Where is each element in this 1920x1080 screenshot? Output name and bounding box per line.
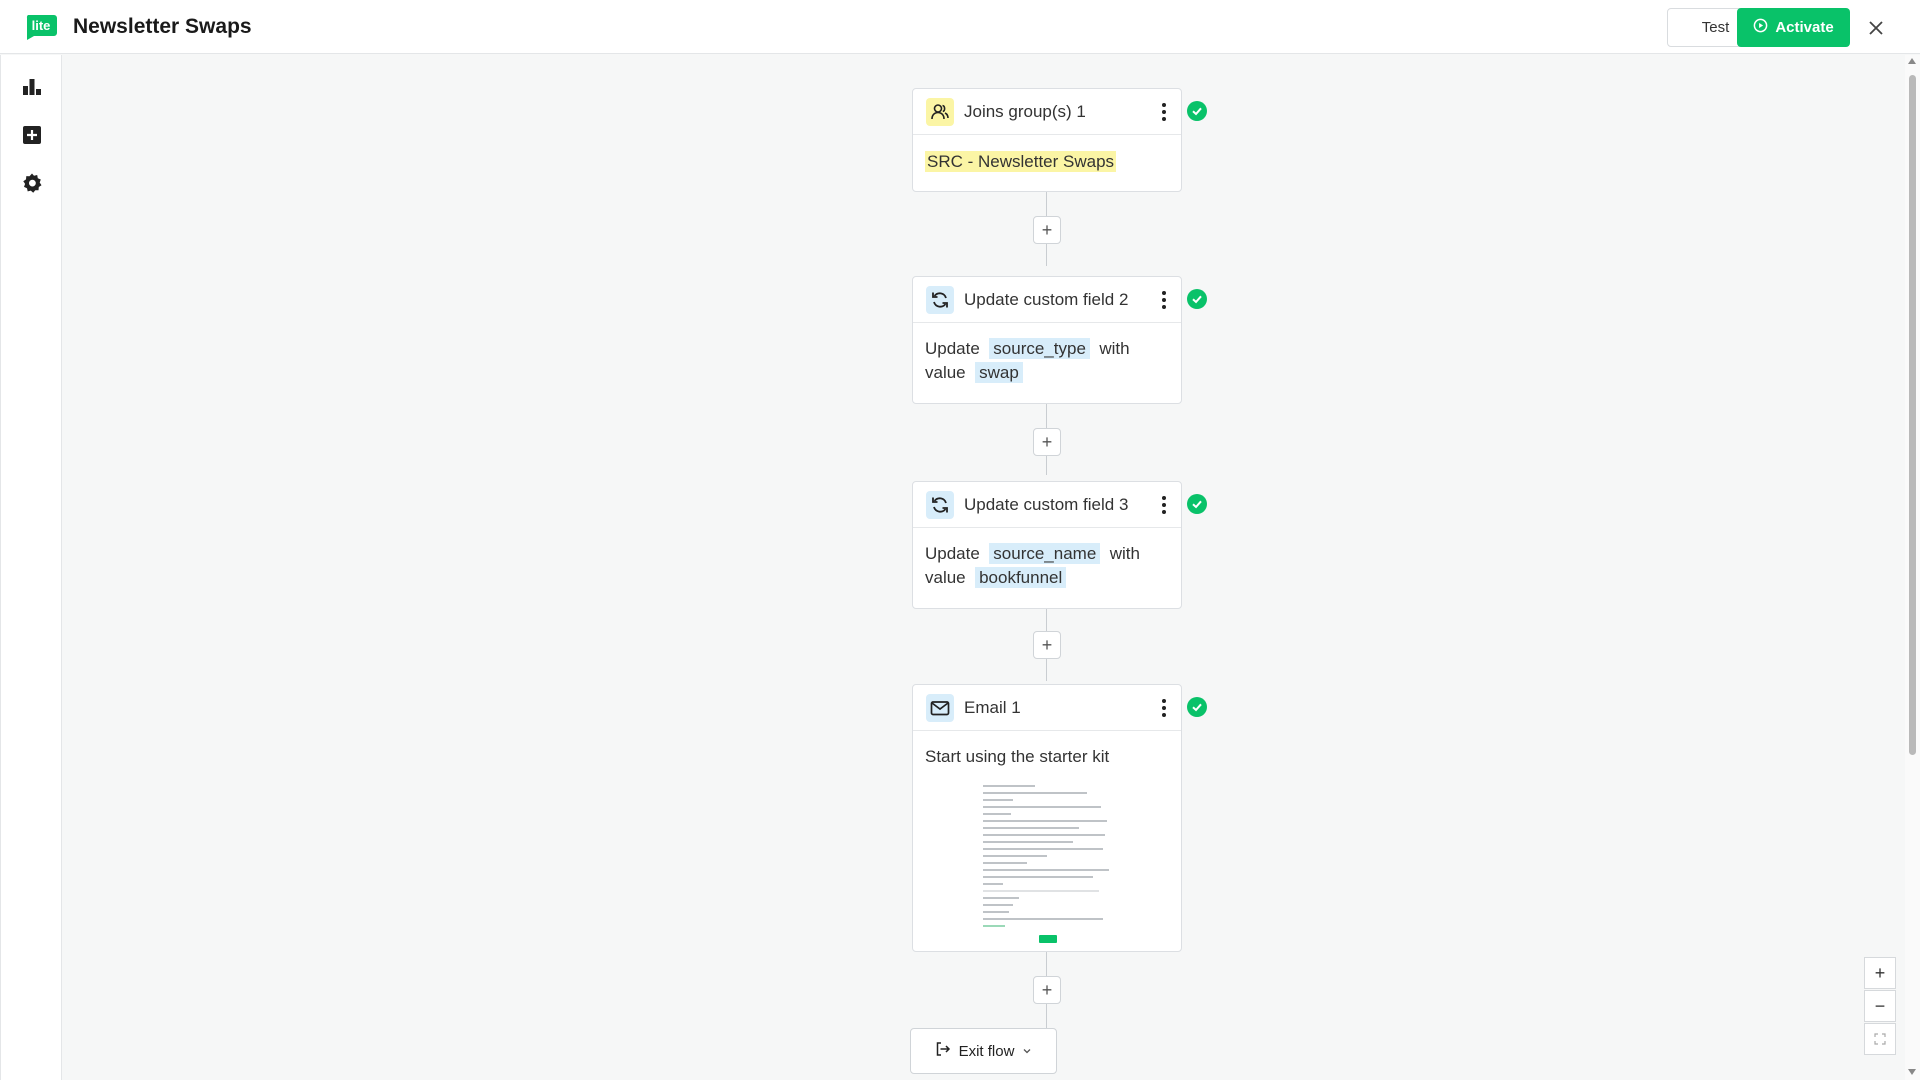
more-options-icon[interactable] bbox=[1159, 290, 1169, 310]
check-circle-icon bbox=[1187, 101, 1207, 121]
left-sidebar bbox=[0, 55, 62, 1080]
add-icon[interactable] bbox=[20, 123, 44, 147]
mailerlite-logo[interactable]: lite bbox=[24, 13, 58, 41]
refresh-icon bbox=[926, 285, 954, 314]
body-text: Update bbox=[925, 544, 980, 563]
flow-node-trigger[interactable]: Joins group(s) 1 SRC - Newsletter Swaps bbox=[912, 88, 1182, 192]
chevron-down-icon bbox=[1022, 1043, 1032, 1060]
users-icon bbox=[926, 97, 954, 126]
node-body: SRC - Newsletter Swaps bbox=[913, 135, 1181, 174]
flow-node-update-field[interactable]: Update custom field 3 Update source_name… bbox=[912, 481, 1182, 609]
mail-icon bbox=[926, 693, 954, 722]
node-body: Start using the starter kit bbox=[913, 731, 1181, 769]
node-title: Joins group(s) 1 bbox=[964, 101, 1086, 121]
zoom-out-button[interactable]: − bbox=[1864, 990, 1896, 1022]
close-icon[interactable] bbox=[1862, 14, 1890, 42]
field-chip: source_name bbox=[989, 543, 1101, 564]
more-options-icon[interactable] bbox=[1159, 495, 1169, 515]
check-circle-icon bbox=[1187, 494, 1207, 514]
node-title: Update custom field 2 bbox=[964, 289, 1129, 309]
check-circle-icon bbox=[1187, 697, 1207, 717]
node-header: Email 1 bbox=[913, 685, 1181, 731]
node-body: Update source_name with value bookfunnel bbox=[913, 528, 1181, 590]
body-text: Update bbox=[925, 339, 980, 358]
scrollbar-thumb[interactable] bbox=[1909, 75, 1916, 755]
value-chip: swap bbox=[975, 362, 1023, 383]
scroll-down-arrow-icon[interactable] bbox=[1908, 1069, 1916, 1075]
add-step-button[interactable]: + bbox=[1033, 428, 1061, 456]
field-chip: source_type bbox=[989, 338, 1090, 359]
play-circle-icon bbox=[1753, 18, 1768, 37]
value-chip: bookfunnel bbox=[975, 567, 1067, 588]
body-text: with bbox=[1109, 544, 1140, 563]
body-text: with bbox=[1099, 339, 1130, 358]
check-circle-icon bbox=[1187, 289, 1207, 309]
add-step-button[interactable]: + bbox=[1033, 631, 1061, 659]
activate-button[interactable]: Activate bbox=[1737, 8, 1850, 47]
node-title: Update custom field 3 bbox=[964, 494, 1129, 514]
flow-canvas[interactable]: + + + + Joins group(s) 1 SRC - Newslette… bbox=[63, 55, 1905, 1080]
exit-flow-button[interactable]: Exit flow bbox=[910, 1028, 1057, 1074]
group-chip: SRC - Newsletter Swaps bbox=[925, 151, 1117, 172]
body-text: value bbox=[925, 363, 966, 382]
more-options-icon[interactable] bbox=[1159, 102, 1169, 122]
exit-icon bbox=[935, 1041, 951, 1061]
add-step-button[interactable]: + bbox=[1033, 216, 1061, 244]
logo-text: lite bbox=[32, 18, 51, 33]
activate-label: Activate bbox=[1775, 19, 1834, 36]
page-title: Newsletter Swaps bbox=[73, 15, 252, 38]
node-body: Update source_type with value swap bbox=[913, 323, 1181, 385]
scroll-up-arrow-icon[interactable] bbox=[1908, 58, 1916, 64]
fit-view-button[interactable] bbox=[1864, 1023, 1896, 1055]
node-header: Joins group(s) 1 bbox=[913, 89, 1181, 135]
email-subject: Start using the starter kit bbox=[925, 747, 1110, 766]
flow-node-update-field[interactable]: Update custom field 2 Update source_type… bbox=[912, 276, 1182, 404]
vertical-scrollbar[interactable] bbox=[1905, 55, 1920, 1080]
reports-icon[interactable] bbox=[20, 75, 44, 99]
refresh-icon bbox=[926, 490, 954, 519]
node-title: Email 1 bbox=[964, 697, 1021, 717]
settings-icon[interactable] bbox=[20, 171, 44, 195]
node-header: Update custom field 2 bbox=[913, 277, 1181, 323]
add-step-button[interactable]: + bbox=[1033, 976, 1061, 1004]
node-header: Update custom field 3 bbox=[913, 482, 1181, 528]
zoom-in-button[interactable]: + bbox=[1864, 957, 1896, 989]
email-preview-thumbnail[interactable] bbox=[923, 785, 1173, 943]
exit-flow-label: Exit flow bbox=[958, 1042, 1015, 1060]
top-bar: lite Newsletter Swaps Test Activate bbox=[0, 0, 1920, 54]
more-options-icon[interactable] bbox=[1159, 698, 1169, 718]
fullscreen-icon bbox=[1874, 1029, 1886, 1050]
body-text: value bbox=[925, 568, 966, 587]
